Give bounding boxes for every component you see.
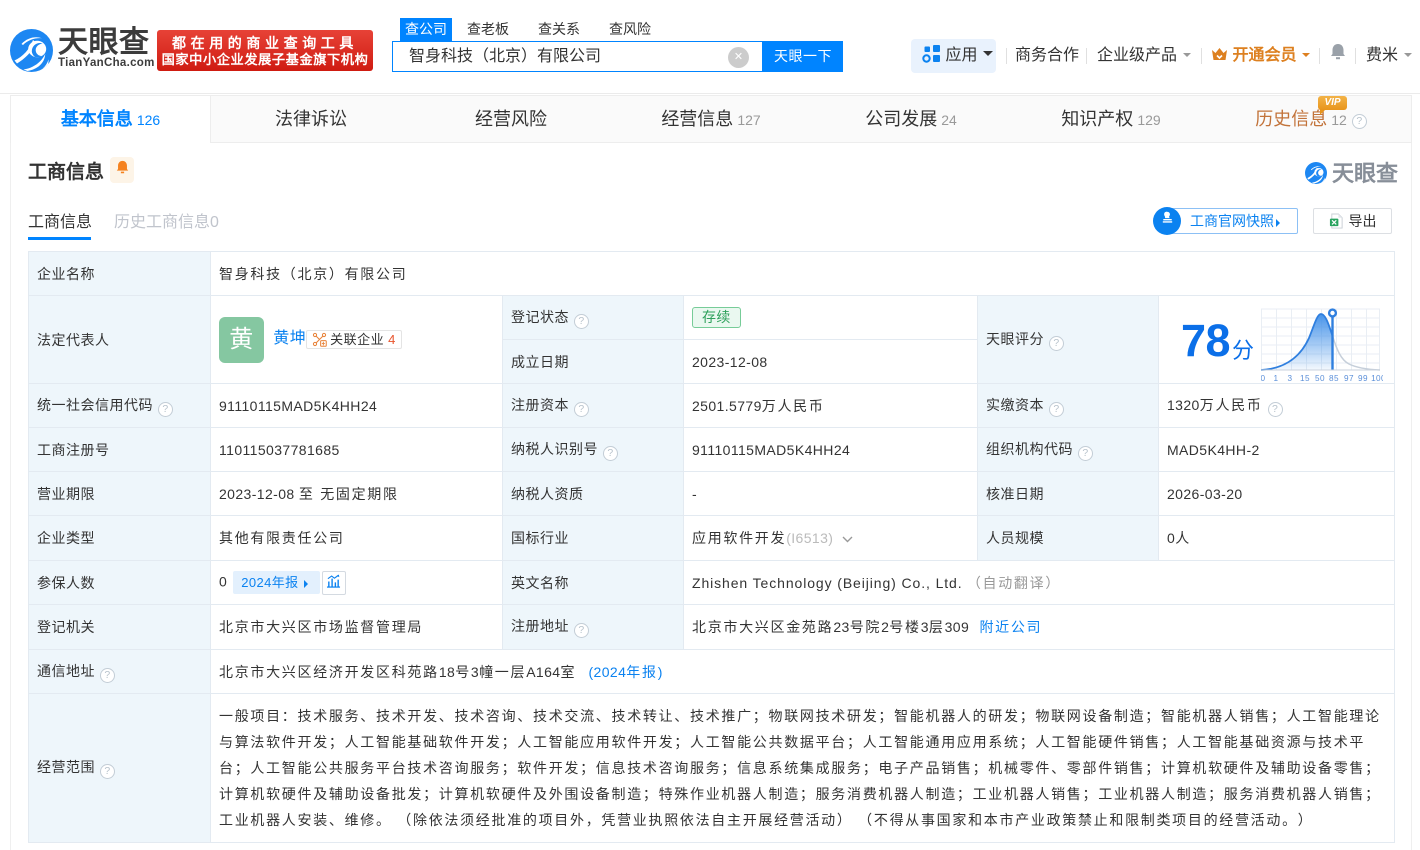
svg-text:50: 50 [1315,374,1325,383]
svg-text:100: 100 [1371,374,1383,383]
svg-text:85: 85 [1329,374,1339,383]
svg-text:1: 1 [1274,374,1279,383]
svg-text:15: 15 [1300,374,1310,383]
svg-text:0: 0 [1261,374,1266,383]
svg-text:97: 97 [1344,374,1354,383]
svg-text:99: 99 [1358,374,1368,383]
svg-text:3: 3 [1288,374,1293,383]
